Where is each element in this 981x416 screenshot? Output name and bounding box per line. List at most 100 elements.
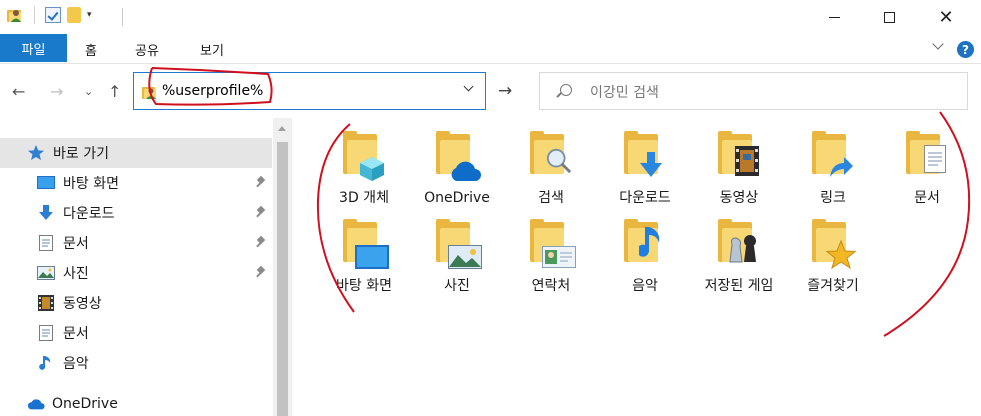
folder-label: 저장된 게임 — [704, 278, 774, 294]
film-icon — [734, 146, 760, 176]
sidebar-item-documents[interactable]: 문서 — [0, 228, 272, 258]
document-icon — [922, 145, 948, 173]
document-icon — [37, 235, 55, 251]
minimize-icon — [828, 16, 840, 18]
navigation-pane: 바로 가기 바탕 화면 다운로드 문서 사진 동영상 문서 음악 OneDriv… — [0, 118, 292, 416]
folder-saved-games[interactable]: 저장된 게임 — [694, 206, 784, 298]
pin-icon[interactable] — [256, 267, 266, 279]
sidebar-item-label: 음악 — [63, 356, 89, 372]
sidebar-item-documents-2[interactable]: 문서 — [0, 318, 272, 348]
forward-arrow-icon[interactable]: → — [50, 82, 63, 101]
address-row: ← → ⌄ ↑ %userprofile% → 이강민 검색 — [0, 64, 981, 120]
sidebar-item-label: 문서 — [63, 236, 89, 252]
folder-3d-objects[interactable]: 3D 개체 — [319, 118, 409, 210]
quick-access-toolbar: ▾ — [6, 6, 92, 24]
folder-searches[interactable]: 검색 — [506, 118, 596, 210]
tab-home[interactable]: 홈 — [85, 40, 97, 59]
sidebar-item-label: 다운로드 — [63, 206, 115, 222]
expand-ribbon-chevron-icon[interactable] — [932, 40, 944, 52]
address-bar[interactable]: %userprofile% — [133, 72, 486, 110]
properties-check-icon[interactable] — [45, 7, 61, 23]
desktop-icon — [37, 175, 55, 191]
download-icon — [638, 152, 664, 178]
scrollbar-thumb[interactable] — [277, 142, 288, 416]
picture-icon — [448, 244, 482, 270]
contact-card-icon — [542, 244, 576, 270]
search-placeholder: 이강민 검색 — [590, 85, 659, 101]
desktop-icon — [355, 244, 389, 270]
cube-icon — [359, 156, 385, 182]
sidebar-item-label: 바탕 화면 — [63, 176, 119, 192]
folder-content-view: 3D 개체 OneDrive 검색 다운로드 동영상 링크 문서 바탕 화면 사… — [292, 118, 981, 416]
folder-label: 즐겨찾기 — [807, 278, 859, 294]
tab-view[interactable]: 보기 — [200, 40, 224, 59]
folder-videos[interactable]: 동영상 — [694, 118, 784, 210]
pin-icon[interactable] — [256, 237, 266, 249]
folder-contacts[interactable]: 연락처 — [506, 206, 596, 298]
star-icon — [826, 240, 856, 270]
sidebar-item-pictures[interactable]: 사진 — [0, 258, 272, 288]
pin-icon[interactable] — [256, 177, 266, 189]
ribbon-tabs: 파일 홈 공유 보기 ? — [0, 34, 981, 64]
maximize-icon — [883, 11, 895, 23]
cloud-icon — [448, 158, 482, 184]
search-box[interactable]: 이강민 검색 — [539, 72, 968, 110]
sidebar-item-label: 문서 — [63, 326, 89, 342]
up-arrow-icon[interactable]: ↑ — [108, 82, 121, 101]
cloud-icon — [27, 396, 45, 412]
folder-desktop[interactable]: 바탕 화면 — [319, 206, 409, 298]
address-dropdown-chevron-icon[interactable] — [464, 83, 474, 93]
sidebar-item-label: 바로 가기 — [53, 146, 109, 162]
document-icon — [37, 325, 55, 341]
sidebar-item-onedrive[interactable]: OneDrive — [0, 389, 272, 416]
tab-share[interactable]: 공유 — [135, 40, 159, 59]
folder-label: 문서 — [914, 190, 940, 206]
chess-icon — [726, 232, 760, 266]
scroll-up-arrow-icon[interactable] — [278, 126, 286, 131]
picture-icon — [37, 265, 55, 281]
magnifier-icon — [546, 148, 572, 174]
music-icon — [37, 355, 55, 371]
title-bar: ▾ ✕ — [0, 0, 981, 34]
maximize-button[interactable] — [866, 0, 912, 34]
star-icon — [27, 145, 45, 161]
download-icon — [37, 205, 55, 221]
toolbar-divider — [34, 6, 35, 24]
folder-downloads[interactable]: 다운로드 — [600, 118, 690, 210]
sidebar-item-quick-access[interactable]: 바로 가기 — [0, 138, 272, 168]
folder-favorites[interactable]: 즐겨찾기 — [788, 206, 878, 298]
sidebar-item-videos[interactable]: 동영상 — [0, 288, 272, 318]
folder-onedrive[interactable]: OneDrive — [412, 118, 502, 210]
sidebar-item-downloads[interactable]: 다운로드 — [0, 198, 272, 228]
close-icon: ✕ — [938, 6, 954, 28]
sidebar-item-desktop[interactable]: 바탕 화면 — [0, 168, 272, 198]
folder-label: 음악 — [632, 278, 658, 294]
new-folder-icon[interactable] — [67, 7, 81, 23]
user-folder-icon[interactable] — [6, 6, 24, 24]
recent-locations-chevron-icon[interactable]: ⌄ — [84, 85, 93, 98]
video-icon — [37, 295, 55, 311]
back-arrow-icon[interactable]: ← — [12, 82, 25, 101]
sidebar-item-label: 사진 — [63, 266, 89, 282]
go-arrow-icon[interactable]: → — [498, 81, 512, 101]
folder-links[interactable]: 링크 — [788, 118, 878, 210]
music-note-icon — [638, 227, 664, 257]
folder-documents[interactable]: 문서 — [882, 118, 972, 210]
close-button[interactable]: ✕ — [923, 0, 969, 34]
sidebar-item-label: OneDrive — [52, 396, 118, 412]
sidebar-item-music[interactable]: 음악 — [0, 348, 272, 378]
sidebar-scrollbar[interactable] — [273, 118, 292, 416]
user-folder-icon — [142, 84, 158, 100]
address-path[interactable]: %userprofile% — [162, 83, 263, 99]
folder-music[interactable]: 음악 — [600, 206, 690, 298]
customize-toolbar-dropdown-icon[interactable]: ▾ — [87, 10, 92, 20]
sidebar-item-label: 동영상 — [63, 296, 102, 312]
help-icon[interactable]: ? — [957, 41, 974, 58]
folder-pictures[interactable]: 사진 — [412, 206, 502, 298]
tab-file[interactable]: 파일 — [0, 34, 67, 62]
title-divider — [122, 8, 123, 26]
minimize-button[interactable] — [811, 0, 857, 34]
link-arrow-icon — [828, 154, 854, 180]
search-icon — [560, 84, 572, 96]
pin-icon[interactable] — [256, 207, 266, 219]
